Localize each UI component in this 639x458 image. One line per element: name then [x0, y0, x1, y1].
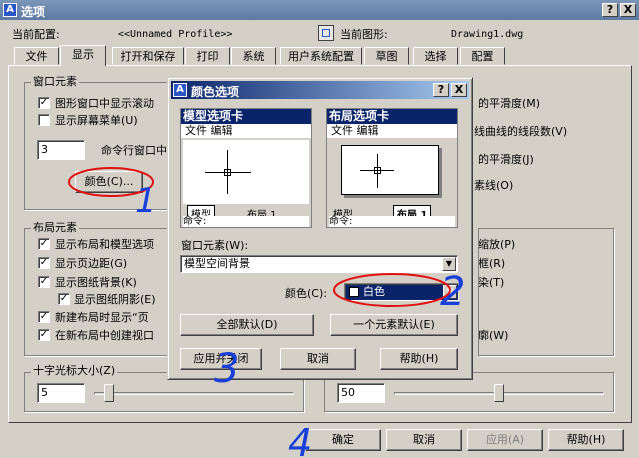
color-options-dialog: A 颜色选项 ? X 模型选项卡 文件 编辑 模型 布局 1 命令: 布局选项卡… — [167, 77, 473, 380]
chevron-down-icon[interactable]: ▼ — [442, 257, 456, 271]
options-title-bar[interactable]: A 选项 ? X — [0, 0, 639, 20]
fade-input[interactable]: 50 — [337, 383, 385, 403]
close-title-button[interactable]: X — [620, 3, 636, 17]
window-element-label: 窗口元素(W): — [181, 239, 249, 252]
apply-and-close-button[interactable]: 应用并关闭 — [180, 348, 262, 370]
crosshair-slider-thumb[interactable] — [104, 384, 114, 402]
right-item-contour-lines: 素线(O) — [474, 179, 514, 192]
layout-tab-preview: 布局选项卡 文件 编辑 模型 布局 1 命令: — [326, 108, 458, 228]
window-elements-title: 窗口元素 — [31, 75, 79, 88]
paper-bg-label: 显示图纸背景(K) — [55, 276, 137, 289]
dialog-help-button[interactable]: ? — [433, 83, 449, 97]
window-element-value: 模型空间背景 — [184, 257, 250, 270]
ok-button[interactable]: 确定 — [305, 429, 381, 451]
current-drawing-value: Drawing1.dwg — [451, 29, 524, 40]
model-preview-cmd: 命令: — [183, 216, 309, 227]
layout-elements-title: 布局元素 — [31, 221, 79, 234]
color-dialog-title-bar[interactable]: A 颜色选项 ? X — [171, 81, 469, 99]
color-swatch — [349, 287, 359, 297]
tab-drafting[interactable]: 草图 — [364, 47, 409, 65]
layout-preview-header: 布局选项卡 — [327, 109, 457, 124]
right-item-arc-smoothness: 的平滑度(M) — [478, 97, 541, 110]
screen-menu-checkbox[interactable] — [38, 114, 50, 126]
fade-slider-thumb[interactable] — [494, 384, 504, 402]
page-setup-label: 新建布局时显示“页 — [55, 311, 149, 324]
scrollbars-label: 图形窗口中显示滚动 — [55, 97, 154, 110]
dialog-cancel-button[interactable]: 取消 — [280, 348, 356, 370]
window-color-button[interactable]: 颜色(C)... — [75, 171, 143, 193]
right-group — [478, 228, 614, 356]
cmd-lines-label: 命令行窗口中 — [101, 144, 167, 157]
help-button[interactable]: 帮助(H) — [548, 429, 624, 451]
dialog-app-icon: A — [173, 83, 187, 97]
viewport-checkbox[interactable]: ✓ — [38, 329, 50, 341]
paper-shadow-checkbox[interactable]: ✓ — [58, 293, 70, 305]
color-value: 白色 — [363, 285, 385, 298]
margins-label: 显示页边距(G) — [55, 257, 128, 270]
tab-plot[interactable]: 打印 — [185, 47, 230, 65]
current-profile-value: <<Unnamed Profile>> — [118, 29, 233, 40]
tab-system[interactable]: 系统 — [231, 47, 276, 65]
window-title: 选项 — [21, 5, 46, 19]
color-chevron-down-icon[interactable]: ▼ — [443, 285, 457, 299]
right-item-polyline-segments: 线曲线的线段数(V) — [474, 125, 568, 138]
tab-user-preferences[interactable]: 用户系统配置 — [280, 47, 362, 65]
margins-checkbox[interactable]: ✓ — [38, 257, 50, 269]
screen-menu-label: 显示屏幕菜单(U) — [55, 114, 138, 127]
tab-display[interactable]: 显示 — [60, 45, 106, 66]
cancel-button[interactable]: 取消 — [386, 429, 462, 451]
right-item-render-smoothness: 的平滑度(J) — [478, 153, 534, 166]
color-dialog-title: 颜色选项 — [191, 85, 240, 99]
tab-selection[interactable]: 选择 — [413, 47, 458, 65]
color-select[interactable]: 白色 ▼ — [344, 283, 459, 301]
model-preview-canvas — [183, 140, 309, 204]
viewport-label: 在新布局中创建视口 — [55, 329, 154, 342]
dialog-help-button-bottom[interactable]: 帮助(H) — [380, 348, 458, 370]
cmd-lines-input[interactable]: 3 — [37, 140, 85, 160]
model-preview-menu: 文件 编辑 — [181, 124, 311, 138]
page-setup-checkbox[interactable]: ✓ — [38, 311, 50, 323]
layout-tabs-checkbox[interactable]: ✓ — [38, 238, 50, 250]
apply-button[interactable]: 应用(A) — [467, 429, 543, 451]
scrollbars-checkbox[interactable]: ✓ — [38, 97, 50, 109]
tab-profiles[interactable]: 配置 — [460, 47, 505, 65]
paper-shadow-label: 显示图纸阴影(E) — [74, 293, 156, 306]
layout-preview-canvas — [329, 140, 455, 204]
crosshair-input[interactable]: 5 — [37, 383, 85, 403]
model-tab-preview: 模型选项卡 文件 编辑 模型 布局 1 命令: — [180, 108, 312, 228]
window-element-select[interactable]: 模型空间背景 ▼ — [180, 255, 458, 273]
app-icon: A — [3, 3, 17, 17]
current-profile-label: 当前配置: — [12, 28, 60, 41]
layout-preview-menu: 文件 编辑 — [327, 124, 457, 138]
restore-all-default-button[interactable]: 全部默认(D) — [180, 314, 314, 336]
tab-files[interactable]: 文件 — [14, 47, 59, 65]
current-drawing-label: 当前图形: — [340, 28, 388, 41]
layout-tabs-label: 显示布局和模型选项 — [55, 238, 154, 251]
crosshair-slider-track[interactable] — [94, 392, 294, 395]
paper-bg-checkbox[interactable]: ✓ — [38, 276, 50, 288]
dialog-close-button[interactable]: X — [451, 83, 467, 97]
crosshair-title: 十字光标大小(Z) — [31, 364, 118, 377]
drawing-icon — [318, 25, 334, 41]
layout-preview-cmd: 命令: — [329, 216, 455, 227]
help-title-button[interactable]: ? — [602, 3, 618, 17]
color-label: 颜色(C): — [285, 287, 327, 300]
tab-open-save[interactable]: 打开和保存 — [112, 47, 184, 65]
model-preview-header: 模型选项卡 — [181, 109, 311, 124]
restore-element-default-button[interactable]: 一个元素默认(E) — [330, 314, 458, 336]
